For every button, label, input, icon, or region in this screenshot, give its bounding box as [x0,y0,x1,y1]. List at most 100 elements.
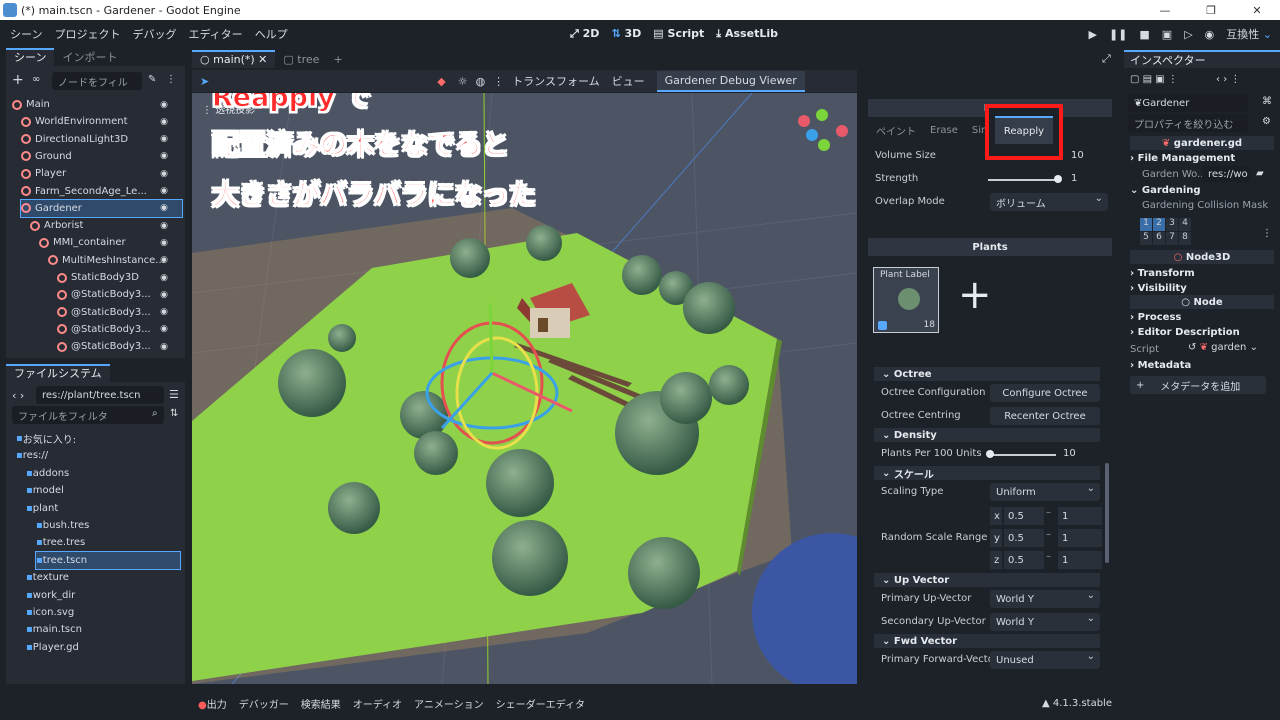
scene-node[interactable]: MultiMeshInstance... ◉ [48,252,182,269]
visibility-eye-icon[interactable]: ◉ [160,100,168,110]
workspace-2d[interactable]: ⤢ 2D [570,27,599,41]
scene-node[interactable]: Gardener ◉ [20,198,183,218]
tab-import[interactable]: インポート [54,49,125,65]
visibility-eye-icon[interactable]: ◉ [160,342,168,352]
visibility-eye-icon[interactable]: ◉ [160,203,168,213]
tab-erase[interactable]: Erase [930,125,958,136]
file-item[interactable]: ▪ work_dir [26,587,180,604]
play-custom-icon[interactable]: ▷ [1184,28,1192,41]
collision-mask-bit[interactable]: 5 [1140,232,1152,245]
scene-node[interactable]: MMI_container ◉ [39,234,182,251]
scale-min-field[interactable]: 0.5 [1004,507,1044,525]
select-tool-icon[interactable]: ➤ [200,75,209,88]
file-item[interactable]: ▪ plant [26,500,180,517]
scale-min-field[interactable]: 0.5 [1004,529,1044,547]
menu-editor[interactable]: エディター [182,26,248,42]
snap-icon[interactable]: ◆ [437,75,445,88]
tab-inspector[interactable]: インスペクター [1124,50,1280,68]
add-node-icon[interactable]: + [12,72,24,88]
tab-shader-editor[interactable]: シェーダーエディタ [496,696,585,711]
visibility-eye-icon[interactable]: ◉ [160,307,168,317]
new-tab-button[interactable]: + [327,53,348,66]
scale-min-field[interactable]: 0.5 [1004,551,1044,569]
maximize-button[interactable]: ❐ [1188,0,1234,20]
visibility-eye-icon[interactable]: ◉ [160,151,168,161]
plants-per-100-value[interactable]: 10 [1063,448,1076,459]
scene-node[interactable]: Ground ◉ [21,148,182,165]
file-item[interactable]: ▪ main.tscn [26,621,180,638]
visibility-eye-icon[interactable]: ◉ [160,169,168,179]
scale-max-field[interactable]: 1 [1058,507,1102,525]
scene-node[interactable]: DirectionalLight3D ◉ [21,131,182,148]
menu-scene[interactable]: シーン [4,26,48,42]
gardening-section[interactable]: ⌄ Gardening [1130,183,1274,197]
inspector-toolbar-icons[interactable]: ▢ ▤ ▣ ⋮ ‹ › ⋮ [1130,74,1240,85]
file-item[interactable]: ▪ icon.svg [26,604,180,621]
plant-card[interactable]: Plant Label 18 [873,267,939,333]
primary-up-dropdown[interactable]: World Y [990,590,1100,608]
scene-node[interactable]: Arborist ◉ [30,217,182,234]
file-management-section[interactable]: › File Management [1130,151,1274,165]
tab-paint[interactable]: ペイント [876,123,916,138]
gardener-debug-viewer-button[interactable]: Gardener Debug Viewer [656,70,805,92]
back-icon[interactable]: ‹ › [12,389,24,402]
transform-menu[interactable]: トランスフォーム [512,73,599,89]
scene-node[interactable]: @StaticBody3... ◉ [57,286,182,303]
file-item[interactable]: ▪ tree.tres [36,534,180,551]
property-filter-input[interactable]: プロパティを絞り込む [1128,114,1248,132]
metadata-section[interactable]: › Metadata [1130,358,1274,372]
script-attach-icon[interactable]: ✎ [148,74,156,85]
file-item[interactable]: ▪ Player.gd [26,639,180,656]
workspace-script[interactable]: ▤ Script [653,27,704,41]
pause-icon[interactable]: ❚❚ [1109,28,1127,41]
link-icon[interactable]: ∞ [32,74,40,85]
process-section[interactable]: › Process [1130,310,1274,324]
collision-mask-bit[interactable]: 7 [1166,232,1178,245]
path-field[interactable]: res://plant/tree.tscn [36,386,164,404]
collision-mask-bit[interactable]: 1 [1140,218,1152,231]
scaling-type-dropdown[interactable]: Uniform [990,483,1100,501]
panel-scrollbar[interactable] [1105,463,1109,563]
scale-max-field[interactable]: 1 [1058,551,1102,569]
close-button[interactable]: ✕ [1234,0,1280,20]
tab-search-results[interactable]: 検索結果 [301,696,341,711]
file-item[interactable]: ▪ texture [26,569,180,586]
menu-debug[interactable]: デバッグ [126,26,182,42]
scene-node[interactable]: Main ◉ [12,96,182,113]
tab-animation[interactable]: アニメーション [414,696,484,711]
recenter-octree-button[interactable]: Recenter Octree [990,407,1100,425]
file-item[interactable]: ▪ お気に入り: [16,430,180,447]
file-filter-input[interactable]: ファイルをフィルタ [12,406,164,424]
more-icon[interactable]: ⋮ [166,74,176,85]
minimize-button[interactable]: — [1142,0,1188,20]
visibility-eye-icon[interactable]: ◉ [160,238,168,248]
visibility-eye-icon[interactable]: ◉ [160,290,168,300]
scene-node[interactable]: @StaticBody3... ◉ [57,321,182,338]
workspace-assetlib[interactable]: ⤓ AssetLib [716,27,778,41]
add-metadata-button[interactable]: + メタデータを追加 [1130,376,1266,394]
tab-main-scene[interactable]: ○ main(*) ✕ [192,50,276,68]
visibility-eye-icon[interactable]: ◉ [160,221,168,231]
file-item[interactable]: ▪ tree.tscn [35,550,181,570]
collision-mask-bit[interactable]: 6 [1153,232,1165,245]
collision-mask-bit[interactable]: 2 [1153,218,1165,231]
history-icon[interactable]: ⌘ [1262,96,1272,107]
sort-icon[interactable]: ⇅ [170,408,178,419]
strength-slider-handle[interactable] [1054,175,1062,183]
node-selector[interactable]: ❦ Gardener [1128,94,1248,112]
tab-output[interactable]: ●出力 [198,696,227,711]
sun-icon[interactable]: ☼ [458,75,468,88]
density-slider-handle[interactable] [986,450,994,458]
more-options-icon[interactable]: ⋮ [493,75,504,88]
3d-viewport[interactable]: ⋮ 透視投影 Reapply で 配置済みの木をなでると 大きさがバラバラになっ… [192,93,857,684]
folder-icon[interactable]: ▰ [1256,168,1264,179]
visibility-eye-icon[interactable]: ◉ [160,324,168,334]
mask-menu-icon[interactable]: ⋮ [1262,228,1272,239]
visibility-eye-icon[interactable]: ◉ [160,255,168,265]
secondary-up-dropdown[interactable]: World Y [990,613,1100,631]
visibility-eye-icon[interactable]: ◉ [160,273,168,283]
environment-icon[interactable]: ◍ [476,75,486,88]
collision-mask-bit[interactable]: 3 [1166,218,1178,231]
script-value[interactable]: ↺ ❦ garden ⌄ [1188,342,1258,353]
scene-node[interactable]: Farm_SecondAge_Le... ◉ [21,183,182,200]
